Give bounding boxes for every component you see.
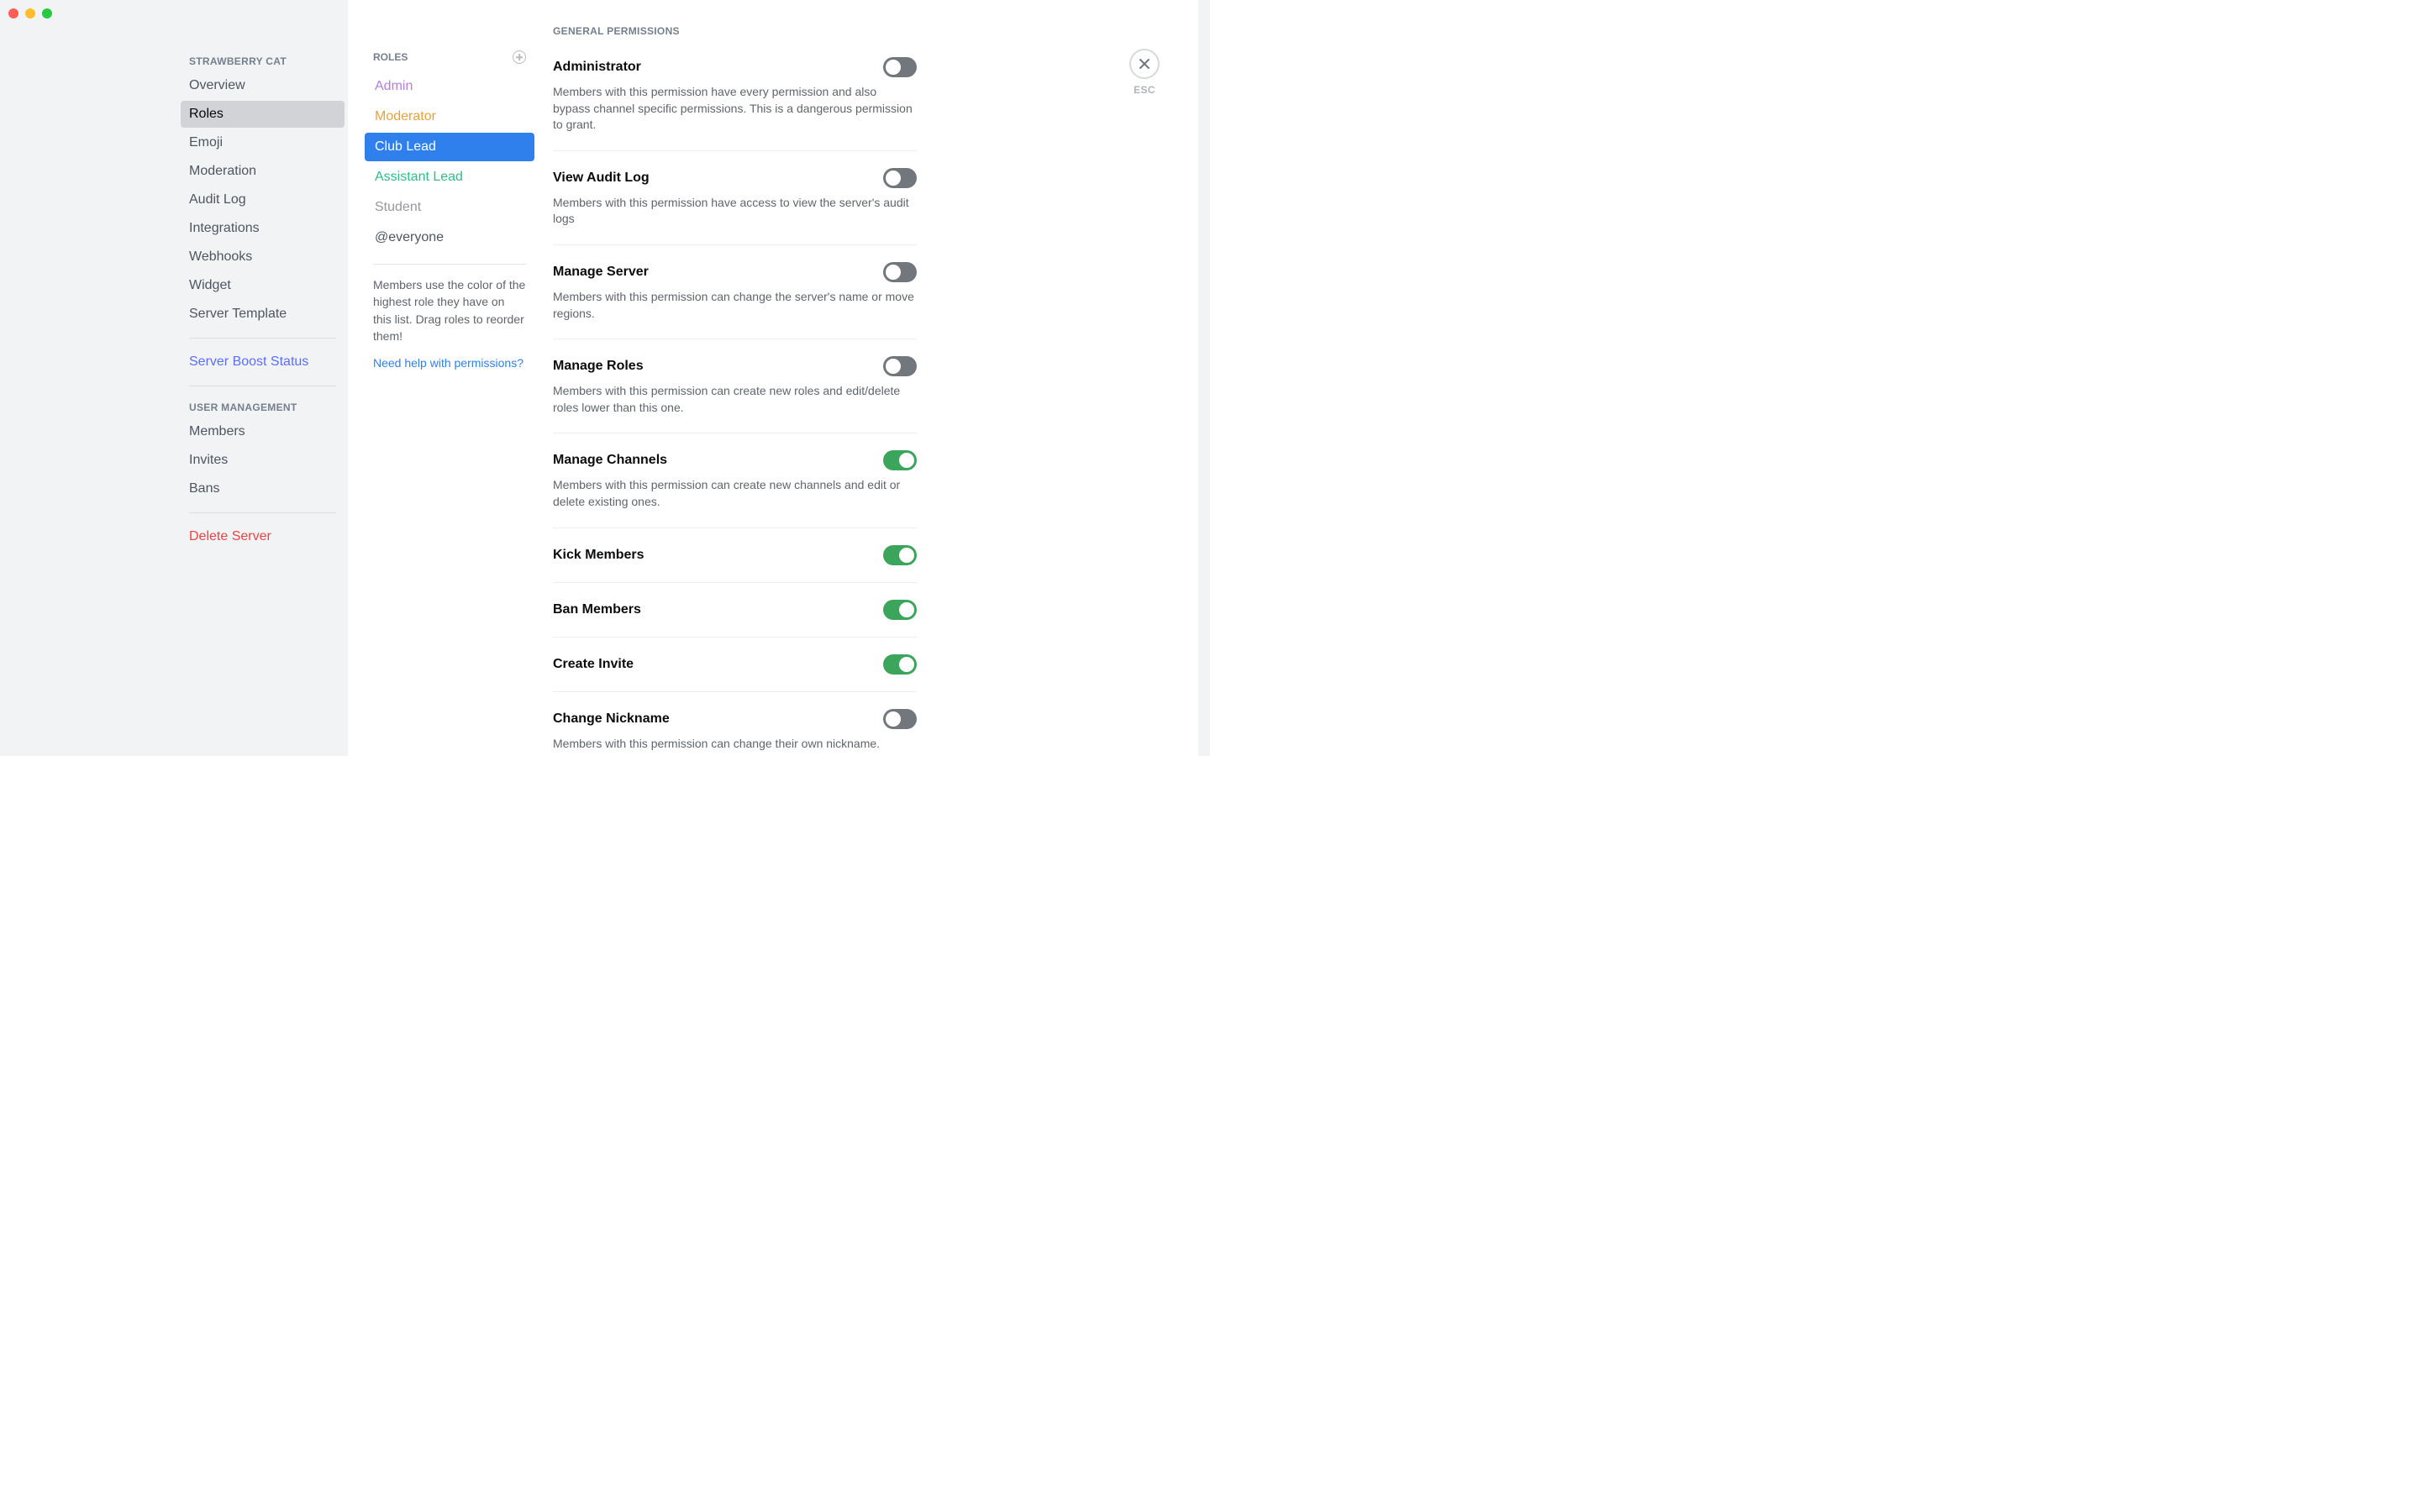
window-zoom-dot[interactable] [42, 8, 52, 18]
permissions-panel: GENERAL PERMISSIONS Administrator Members… [543, 0, 1210, 756]
window-traffic-lights [8, 8, 52, 18]
close-esc-label: ESC [1129, 84, 1160, 96]
permission-toggle-manage-channels[interactable] [883, 450, 917, 470]
permission-toggle-view-audit-log[interactable] [883, 168, 917, 188]
permission-title: Ban Members [553, 602, 641, 617]
window-minimize-dot[interactable] [25, 8, 35, 18]
permission-description: Members with this permission have access… [553, 195, 917, 228]
toggle-knob [886, 265, 901, 280]
role-item-admin[interactable]: Admin [365, 72, 534, 101]
permission-row-manage-channels: Manage Channels Members with this permiss… [553, 433, 917, 528]
sidebar-item-boost[interactable]: Server Boost Status [181, 349, 345, 375]
permission-toggle-manage-server[interactable] [883, 262, 917, 282]
sidebar-item-bans[interactable]: Bans [181, 475, 345, 502]
sidebar-item-webhooks[interactable]: Webhooks [181, 244, 345, 270]
window-close-dot[interactable] [8, 8, 18, 18]
permission-row-view-audit-log: View Audit Log Members with this permissi… [553, 151, 917, 245]
sidebar-item-integrations[interactable]: Integrations [181, 215, 345, 242]
scrollbar[interactable] [1198, 0, 1210, 756]
permission-toggle-manage-roles[interactable] [883, 356, 917, 376]
sidebar-item-delete-server[interactable]: Delete Server [181, 523, 345, 550]
permission-toggle-create-invite[interactable] [883, 654, 917, 675]
settings-sidebar: STRAWBERRY CAT OverviewRolesEmojiModerat… [0, 0, 348, 756]
server-name-header: STRAWBERRY CAT [181, 50, 345, 72]
sidebar-item-invites[interactable]: Invites [181, 447, 345, 474]
sidebar-item-widget[interactable]: Widget [181, 272, 345, 299]
toggle-knob [899, 548, 914, 563]
sidebar-divider [189, 338, 336, 339]
close-panel: ESC [1129, 49, 1160, 96]
permission-description: Members with this permission can change … [553, 736, 917, 753]
user-mgmt-header: USER MANAGEMENT [181, 396, 345, 418]
permission-row-manage-server: Manage Server Members with this permissio… [553, 245, 917, 339]
roles-hint-text: Members use the color of the highest rol… [365, 276, 534, 344]
role-item-moderator[interactable]: Moderator [365, 102, 534, 131]
role-item-student[interactable]: Student [365, 193, 534, 222]
permission-title: Change Nickname [553, 711, 670, 727]
sidebar-item-audit-log[interactable]: Audit Log [181, 186, 345, 213]
sidebar-item-emoji[interactable]: Emoji [181, 129, 345, 156]
sidebar-item-moderation[interactable]: Moderation [181, 158, 345, 185]
permission-row-administrator: Administrator Members with this permissio… [553, 57, 917, 151]
permission-title: Kick Members [553, 548, 644, 563]
permission-toggle-administrator[interactable] [883, 57, 917, 77]
permission-title: Manage Server [553, 265, 649, 280]
close-button[interactable] [1129, 49, 1160, 79]
permission-toggle-ban-members[interactable] [883, 600, 917, 620]
permission-title: Manage Channels [553, 453, 667, 468]
permission-description: Members with this permission can change … [553, 289, 917, 322]
permission-row-create-invite: Create Invite [553, 638, 917, 692]
permission-title: View Audit Log [553, 171, 650, 186]
sidebar-item-members[interactable]: Members [181, 418, 345, 445]
sidebar-item-roles[interactable]: Roles [181, 101, 345, 128]
sidebar-item-server-template[interactable]: Server Template [181, 301, 345, 328]
permission-description: Members with this permission can create … [553, 383, 917, 416]
permission-row-ban-members: Ban Members [553, 583, 917, 638]
permission-toggle-change-nickname[interactable] [883, 709, 917, 729]
toggle-knob [899, 657, 914, 672]
add-role-icon[interactable] [513, 50, 526, 64]
permission-title: Administrator [553, 60, 641, 75]
roles-divider [373, 264, 526, 265]
toggle-knob [886, 359, 901, 374]
permission-title: Manage Roles [553, 359, 644, 374]
toggle-knob [899, 453, 914, 468]
sidebar-item-overview[interactable]: Overview [181, 72, 345, 99]
role-item-assistant-lead[interactable]: Assistant Lead [365, 163, 534, 192]
permission-description: Members with this permission can create … [553, 477, 917, 510]
close-icon [1138, 57, 1151, 71]
permissions-section-title: GENERAL PERMISSIONS [553, 25, 917, 37]
permission-toggle-kick-members[interactable] [883, 545, 917, 565]
toggle-knob [899, 602, 914, 617]
role-item-club-lead[interactable]: Club Lead [365, 133, 534, 161]
toggle-knob [886, 60, 901, 75]
permission-row-change-nickname: Change Nickname Members with this permiss… [553, 692, 917, 756]
role-item-everyone[interactable]: @everyone [365, 223, 534, 252]
roles-header-label: ROLES [373, 51, 408, 63]
permission-row-kick-members: Kick Members [553, 528, 917, 583]
permission-title: Create Invite [553, 657, 634, 672]
roles-help-link[interactable]: Need help with permissions? [365, 344, 532, 370]
permission-row-manage-roles: Manage Roles Members with this permission… [553, 339, 917, 433]
toggle-knob [886, 711, 901, 727]
sidebar-divider [189, 512, 336, 513]
toggle-knob [886, 171, 901, 186]
roles-column: ROLES AdminModeratorClub LeadAssistant L… [348, 0, 543, 756]
permission-description: Members with this permission have every … [553, 84, 917, 134]
